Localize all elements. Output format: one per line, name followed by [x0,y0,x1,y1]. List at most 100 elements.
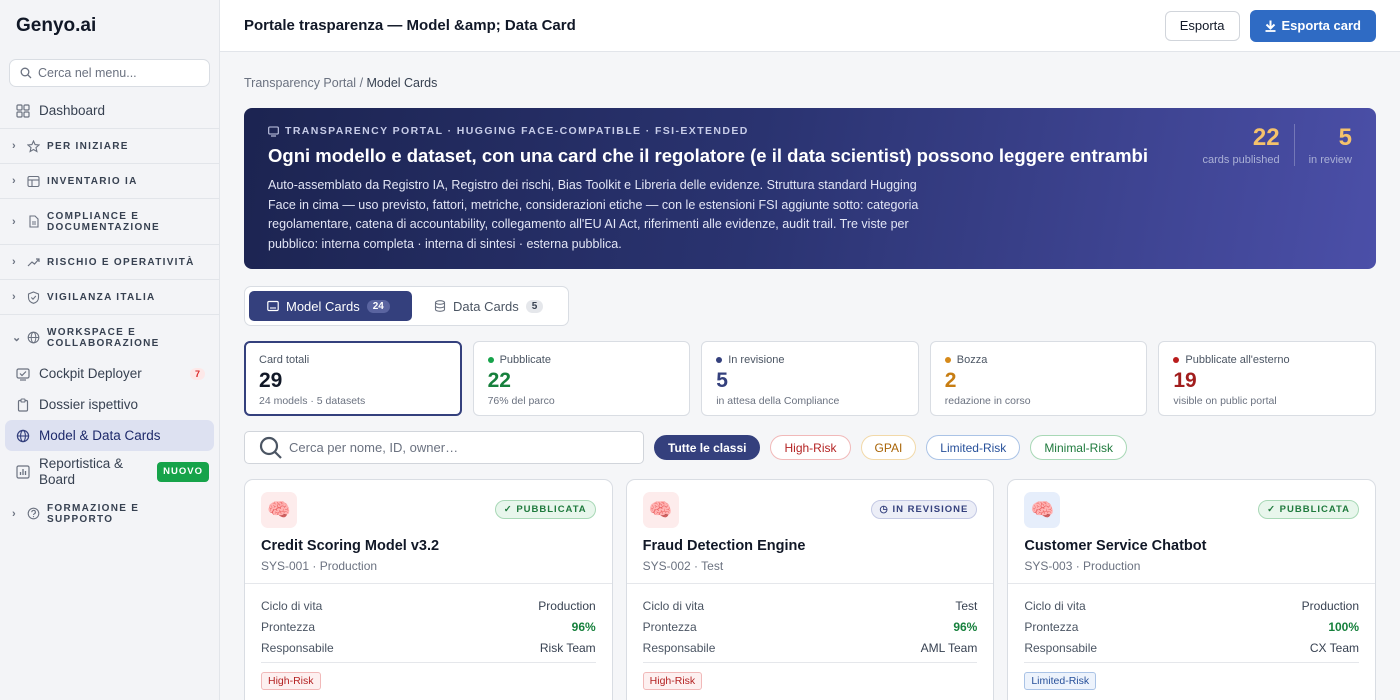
sidebar-item-label: Reportistica & Board [39,456,123,488]
card-body: Ciclo di vita Test Prontezza 96% Responsab… [627,584,994,690]
divider [1024,662,1360,663]
content-area: Transparency Portal / Model Cards TRANSP… [220,76,1400,700]
row-value: CX Team [1309,640,1360,655]
globe-icon [16,429,30,442]
tab-data-cards[interactable]: Data Cards 5 [416,291,557,321]
chevron-right-icon: › [12,256,17,268]
row-value: Production [1301,598,1360,613]
filter-chip-gpai[interactable]: GPAI [860,435,917,460]
bar-chart-icon [16,465,30,479]
tab-label: Model Cards [286,298,360,314]
hero-description: Auto-assemblato da Registro IA, Registro… [268,178,919,251]
breadcrumb-root[interactable]: Transparency Portal [244,76,356,90]
label-line-2: Board [39,472,76,487]
kpi-card-external[interactable]: Pubblicate all'esterno 19 visible on pub… [1158,341,1376,416]
card-title[interactable]: Customer Service Chatbot [1024,538,1359,554]
tab-model-cards[interactable]: Model Cards 24 [249,291,412,321]
kpi-label-row: Pubblicate all'esterno [1173,354,1361,366]
row-value: Risk Team [539,640,596,655]
search-icon [20,67,32,79]
chevron-right-icon: › [12,215,17,228]
kpi-card-in-review[interactable]: In revisione 5 in attesa della Complianc… [701,341,919,416]
kpi-card-published[interactable]: Pubblicate 22 76% del parco [472,341,691,416]
sidebar-item-dashboard[interactable]: Dashboard [0,95,219,126]
card-body: Ciclo di vita Production Prontezza 96% Res… [245,584,612,690]
sidebar-item-dossier[interactable]: Dossier ispettivo [0,389,219,420]
hero-banner: TRANSPARENCY PORTAL · HUGGING FACE-COMPA… [244,108,1376,269]
card-type-tabs: Model Cards 24 Data Cards 5 [244,286,569,326]
sidebar-section-per-iniziare[interactable]: › PER INIZIARE [0,131,219,161]
cockpit-icon [16,367,30,381]
sidebar-section-inventario[interactable]: › INVENTARIO IA [0,166,219,196]
card-subtitle: SYS-002 · Test [642,559,724,573]
kpi-card-draft[interactable]: Bozza 2 redazione in corso [929,341,1148,416]
model-card[interactable]: 🧠 ✓ PUBBLICATA Credit Scoring Model v3.2… [244,479,613,700]
row-value: 100% [1328,619,1360,634]
status-dot [716,357,723,363]
kpi-row: Card totali 29 24 models · 5 datasets Pu… [244,341,1376,416]
card-search[interactable] [244,431,644,464]
stat-value: 22 [1252,124,1280,151]
card-search-input[interactable] [289,440,629,455]
kpi-value: 22 [487,369,511,392]
sidebar-section-label: INVENTARIO IA [47,175,138,187]
kpi-label: Pubblicate all'esterno [1185,354,1290,366]
sidebar-section-rischio[interactable]: › RISCHIO E OPERATIVITÀ [0,247,219,277]
sidebar-item-model-data-cards[interactable]: Model & Data Cards [5,420,214,451]
kpi-label: Pubblicate [499,354,551,366]
risk-badge: High-Risk [261,672,321,690]
kpi-label-row: In revisione [716,354,904,366]
breadcrumb: Transparency Portal / Model Cards [244,76,1376,90]
database-icon [434,300,446,312]
kpi-label-row: Pubblicate [487,354,676,366]
row-key: Prontezza [642,619,697,634]
row-value: AML Team [920,640,978,655]
sidebar-section-workspace[interactable]: ⌄ WORKSPACE E COLLABORAZIONE [0,317,219,358]
chevron-right-icon: › [12,291,17,303]
card-header: 🧠 ◷ IN REVISIONE Fraud Detection Engine … [626,480,994,584]
globe-icon [27,331,40,344]
filter-chip-minimal-risk[interactable]: Minimal-Risk [1030,435,1127,460]
export-card-button[interactable]: Esporta card [1249,9,1376,42]
label-line-1: Reportistica & [39,456,124,471]
brand-logo[interactable]: Genyo.ai [0,0,219,52]
sidebar-section-vigilanza[interactable]: › VIGILANZA ITALIA [0,282,219,312]
risk-badge: High-Risk [642,672,703,690]
card-row: Prontezza 100% [1024,616,1359,637]
row-key: Ciclo di vita [1024,598,1086,613]
filter-chip-all[interactable]: Tutte le classi [654,435,761,460]
filter-chip-high-risk[interactable]: High-Risk [770,435,851,460]
download-icon [1265,20,1276,32]
sidebar-item-reportistica[interactable]: Reportistica & Board NUOVO [0,451,219,493]
kpi-card-total[interactable]: Card totali 29 24 models · 5 datasets [244,341,462,416]
sidebar-search[interactable]: Cerca nel menu... [9,59,210,87]
model-card[interactable]: 🧠 ◷ IN REVISIONE Fraud Detection Engine … [625,479,995,700]
card-title[interactable]: Fraud Detection Engine [643,538,978,554]
row-key: Ciclo di vita [642,598,705,613]
clipboard-icon [17,397,29,412]
notification-badge: 7 [189,367,205,380]
kpi-label: In revisione [728,354,785,366]
image-icon [267,300,279,312]
card-row: Responsabile CX Team [1024,637,1359,658]
filter-chip-limited-risk[interactable]: Limited-Risk [926,435,1021,460]
sidebar-section-label: RISCHIO E OPERATIVITÀ [47,256,195,268]
card-title[interactable]: Credit Scoring Model v3.2 [261,538,596,554]
sidebar-nav: Dashboard › PER INIZIARE › INVENTARIO IA… [0,95,219,534]
topbar: Portale trasparenza — Model &amp; Data C… [220,0,1400,52]
tab-count: 24 [366,299,390,313]
kpi-sub: in attesa della Compliance [716,395,840,407]
sidebar-section-formazione[interactable]: › FORMAZIONE E SUPPORTO [0,493,219,534]
model-card[interactable]: 🧠 ✓ PUBBLICATA Customer Service Chatbot … [1007,479,1377,700]
kpi-sub: 24 models · 5 datasets [259,395,366,407]
chevron-right-icon: › [12,507,17,520]
card-row: Responsabile Risk Team [261,637,596,658]
label-line-1: WORKSPACE E [47,326,137,338]
sidebar-section-label: PER INIZIARE [47,140,129,152]
card-row: Prontezza 96% [261,616,596,637]
sidebar-item-cockpit-deployer[interactable]: Cockpit Deployer 7 [0,358,219,389]
export-button[interactable]: Esporta [1164,10,1240,41]
sidebar-section-compliance[interactable]: › COMPLIANCE E DOCUMENTAZIONE [0,201,219,242]
sidebar-search-placeholder: Cerca nel menu... [38,66,137,80]
status-dot [944,357,951,363]
